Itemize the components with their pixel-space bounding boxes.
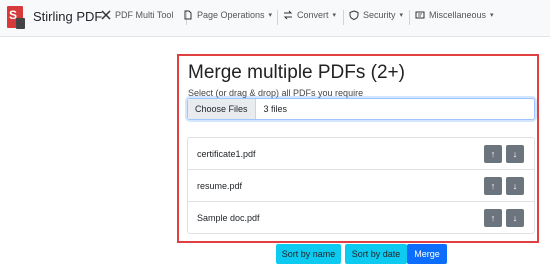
nav-label: Convert: [297, 10, 329, 20]
file-name: certificate1.pdf: [197, 149, 256, 159]
move-down-button[interactable]: ↓: [506, 177, 524, 195]
sort-by-date-button[interactable]: Sort by date: [345, 244, 407, 264]
top-navbar: Stirling PDF PDF Multi Tool Page Operati…: [0, 0, 550, 37]
nav-divider: [343, 10, 344, 25]
nav-divider: [409, 10, 410, 25]
list-item: certificate1.pdf ↑ ↓: [188, 138, 534, 170]
nav-divider: [277, 10, 278, 25]
nav-security[interactable]: Security ▾: [349, 10, 403, 20]
sort-by-name-button[interactable]: Sort by name: [276, 244, 341, 264]
nav-label: Security: [363, 10, 396, 20]
brand-name: Stirling PDF: [33, 9, 103, 24]
nav-miscellaneous[interactable]: Miscellaneous ▾: [415, 10, 494, 20]
file-input[interactable]: Choose Files 3 files: [187, 98, 535, 120]
list-item: Sample doc.pdf ↑ ↓: [188, 202, 534, 234]
chevron-down-icon: ▾: [332, 12, 337, 19]
list-item: resume.pdf ↑ ↓: [188, 170, 534, 202]
nav-label: Miscellaneous: [429, 10, 487, 20]
files-selected-text: 3 files: [263, 104, 288, 114]
brand[interactable]: Stirling PDF: [7, 6, 103, 29]
file-icon: [184, 10, 192, 20]
shield-icon: [349, 10, 359, 20]
chevron-down-icon: ▾: [399, 12, 404, 19]
nav-label: Page Operations: [197, 10, 265, 20]
move-down-button[interactable]: ↓: [506, 209, 524, 227]
file-name: resume.pdf: [197, 181, 243, 191]
file-list: certificate1.pdf ↑ ↓ resume.pdf ↑ ↓ Samp…: [187, 137, 535, 234]
move-up-button[interactable]: ↑: [484, 177, 502, 195]
chevron-down-icon: ▾: [268, 12, 273, 19]
card-icon: [415, 11, 425, 19]
arrows-icon: [283, 10, 293, 20]
merge-button[interactable]: Merge: [407, 244, 447, 264]
nav-pdf-multi-tool[interactable]: PDF Multi Tool: [101, 10, 173, 20]
nav-label: PDF Multi Tool: [115, 10, 174, 20]
move-up-button[interactable]: ↑: [484, 209, 502, 227]
stirling-logo-icon: [7, 6, 25, 29]
tools-icon: [101, 10, 111, 20]
move-down-button[interactable]: ↓: [506, 145, 524, 163]
nav-page-operations[interactable]: Page Operations ▾: [183, 10, 272, 20]
page-title: Merge multiple PDFs (2+): [188, 62, 405, 83]
choose-files-button[interactable]: Choose Files: [188, 99, 256, 119]
nav-convert[interactable]: Convert ▾: [283, 10, 336, 20]
file-input-label: Select (or drag & drop) all PDFs you req…: [188, 88, 364, 98]
move-up-button[interactable]: ↑: [484, 145, 502, 163]
chevron-down-icon: ▾: [490, 12, 494, 19]
file-name: Sample doc.pdf: [197, 213, 260, 223]
